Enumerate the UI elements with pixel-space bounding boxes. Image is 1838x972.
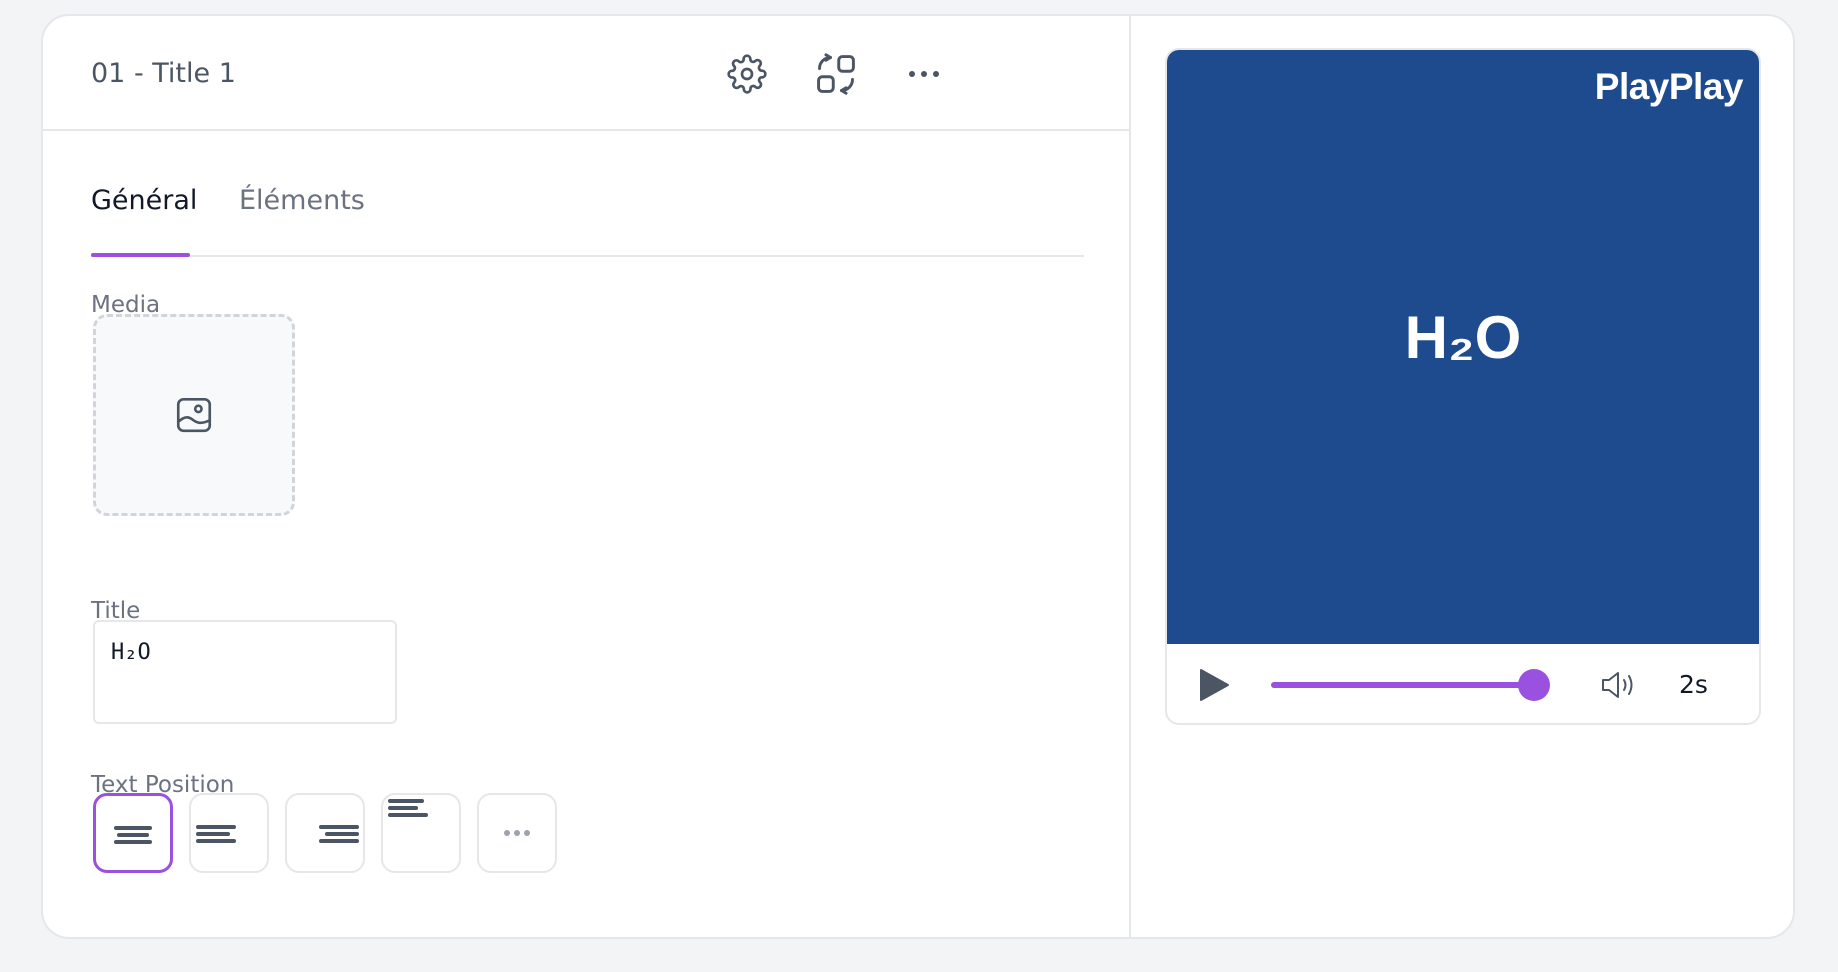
- image-placeholder-icon: [176, 397, 212, 433]
- tab-elements[interactable]: Éléments: [239, 185, 365, 216]
- settings-button[interactable]: [725, 52, 769, 96]
- more-horizontal-icon: [909, 71, 939, 77]
- play-button[interactable]: [1197, 668, 1231, 702]
- scene-header: 01 - Title 1: [43, 16, 1129, 131]
- title-input[interactable]: [93, 620, 397, 724]
- volume-icon: [1602, 672, 1633, 698]
- text-position-right-button[interactable]: [285, 793, 365, 873]
- gear-icon: [727, 54, 767, 94]
- progress-bar[interactable]: [1271, 682, 1535, 688]
- text-position-more-button[interactable]: [477, 793, 557, 873]
- volume-button[interactable]: [1599, 668, 1639, 702]
- more-options-button[interactable]: [902, 52, 946, 96]
- video-title: H₂O: [1404, 304, 1522, 371]
- text-position-center-button[interactable]: [93, 793, 173, 873]
- more-horizontal-icon: [504, 830, 530, 836]
- tab-general-label: Général: [91, 185, 198, 216]
- swap-layout-icon: [817, 53, 855, 95]
- duration-label: 2s: [1679, 670, 1708, 699]
- scene-settings-pane: 01 - Title 1 Général Éléments Media Titl…: [43, 16, 1131, 937]
- swap-layout-button[interactable]: [814, 52, 858, 96]
- text-position-top-left-button[interactable]: [381, 793, 461, 873]
- preview-pane: PlayPlay H₂O 2s: [1131, 16, 1793, 937]
- scene-editor-card: 01 - Title 1 Général Éléments Media Titl…: [41, 14, 1795, 939]
- text-position-left-button[interactable]: [189, 793, 269, 873]
- media-dropzone[interactable]: [93, 314, 295, 516]
- video-preview[interactable]: PlayPlay H₂O: [1167, 50, 1759, 644]
- brand-logo: PlayPlay: [1594, 66, 1744, 107]
- tab-bar: Général Éléments: [91, 131, 1084, 257]
- tab-elements-label: Éléments: [239, 185, 365, 216]
- scene-title: 01 - Title 1: [91, 58, 236, 89]
- progress-handle[interactable]: [1518, 669, 1550, 701]
- active-tab-indicator: [91, 253, 190, 257]
- video-player: PlayPlay H₂O 2s: [1165, 48, 1761, 725]
- tab-general[interactable]: Général: [91, 185, 197, 216]
- player-controls: 2s: [1167, 644, 1759, 723]
- play-icon: [1200, 669, 1229, 701]
